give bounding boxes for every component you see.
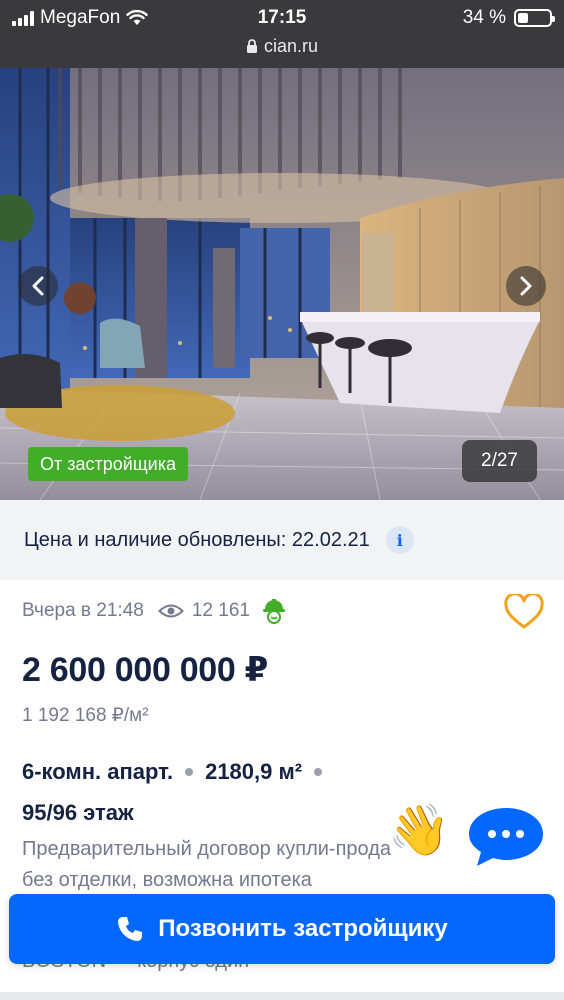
battery-percent: 34 %: [462, 7, 506, 28]
gallery-next-button[interactable]: [506, 266, 546, 306]
lock-icon: [246, 39, 257, 53]
gallery-prev-button[interactable]: [18, 266, 58, 306]
call-button-label: Позвонить застройщику: [158, 915, 448, 942]
address-bar[interactable]: cian.ru: [0, 36, 564, 57]
eye-icon: [157, 604, 184, 618]
description-line-1: Предварительный договор купли-прода: [22, 838, 392, 860]
waving-hand-icon[interactable]: 👋: [388, 805, 450, 855]
battery-group: 34 %: [462, 7, 555, 29]
listing-meta: Вчера в 21:48 12 161: [22, 598, 286, 624]
photo-counter: 2/27: [462, 440, 537, 482]
call-developer-button[interactable]: Позвонить застройщику: [9, 894, 555, 964]
views-count-group: 12 161: [157, 600, 250, 622]
separator-dot: [314, 768, 323, 776]
views-count: 12 161: [191, 600, 250, 621]
phone-icon: [118, 917, 143, 941]
area: 2180,9 м²: [205, 759, 303, 784]
floor-info: 95/96 этаж: [22, 800, 134, 825]
chevron-left-icon: [32, 276, 44, 296]
rooms-type: 6-комн. апарт.: [22, 759, 174, 784]
url-text: cian.ru: [263, 36, 319, 56]
price: 2 600 000 000 ₽: [22, 651, 269, 689]
update-text: Цена и наличие обновлены: 22.02.21: [24, 528, 370, 551]
listing-specs: 6-комн. апарт. 2180,9 м²: [22, 759, 323, 785]
description-line-2: без отделки, возможна ипотека: [22, 869, 312, 891]
published-date: Вчера в 21:48: [22, 600, 144, 621]
listing-photo: [0, 68, 564, 500]
price-per-m2: 1 192 168 ₽/м²: [22, 705, 149, 726]
bottom-strip: [0, 992, 564, 1000]
photo-gallery[interactable]: [0, 68, 564, 500]
developer-badge: От застройщика: [28, 447, 188, 481]
builder-helmet-icon[interactable]: [262, 598, 286, 624]
chevron-right-icon: [520, 276, 532, 296]
info-icon[interactable]: i: [385, 526, 414, 554]
favorite-heart-icon[interactable]: [504, 594, 544, 630]
chat-bubble-button[interactable]: [467, 806, 545, 868]
separator-dot: [185, 768, 194, 776]
status-bar: MegaFon 17:15 34 % cian.ru: [0, 0, 564, 68]
update-banner: Цена и наличие обновлены: 22.02.21 i: [0, 500, 564, 580]
battery-icon: [514, 9, 555, 27]
